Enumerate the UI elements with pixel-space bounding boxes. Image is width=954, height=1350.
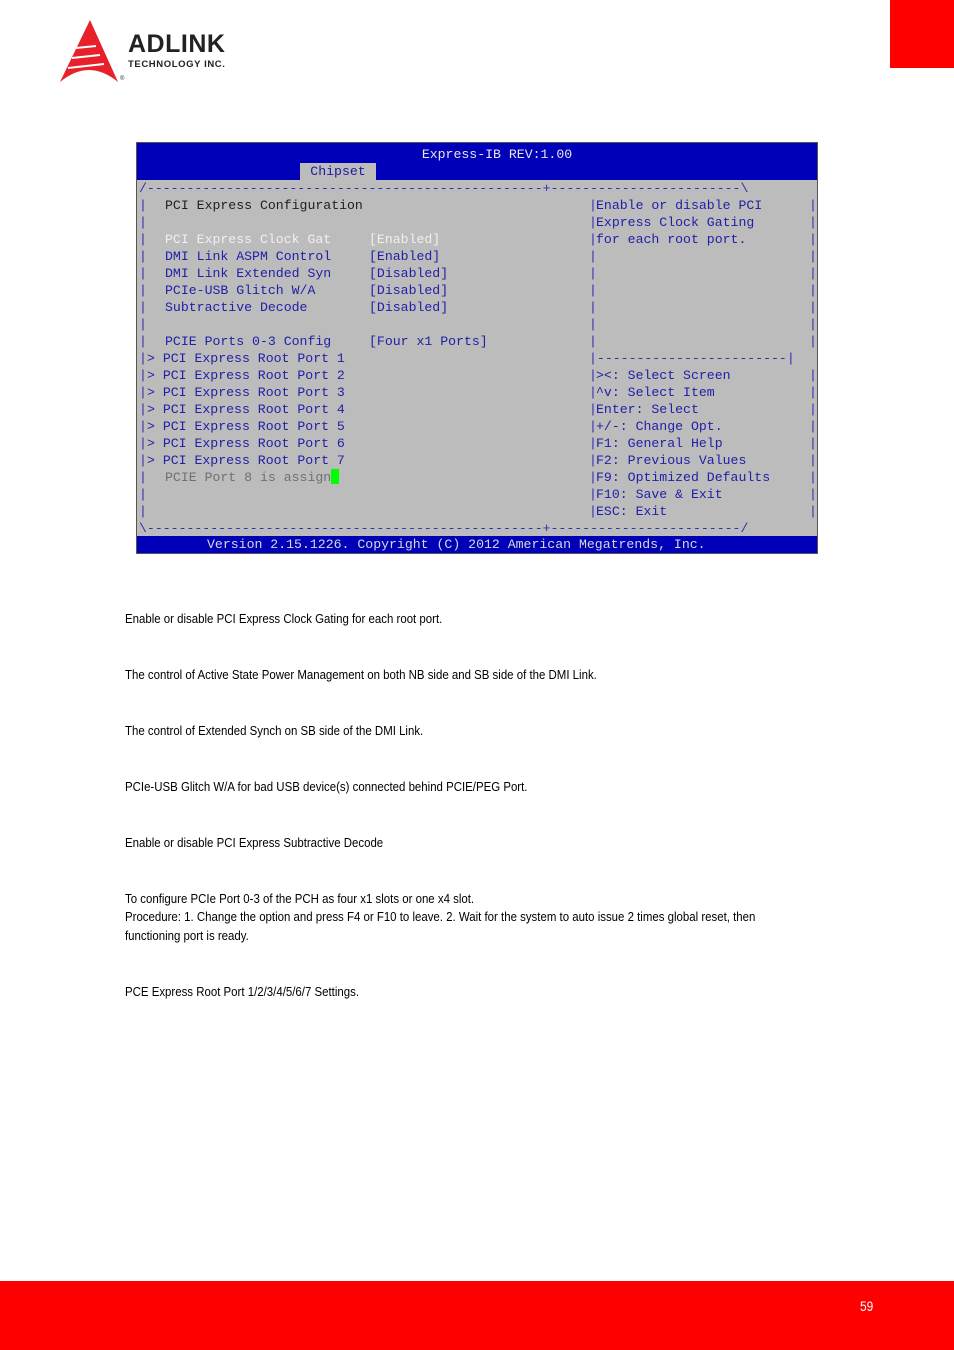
bios-frame-border: | | | | | | | | | [809, 368, 817, 519]
bios-screenshot: Express-IB REV:1.00 Chipset /-----------… [136, 142, 818, 554]
help-line-2: Express Clock Gating [596, 215, 755, 230]
bios-frame-border: | [139, 368, 147, 383]
setting-ports-config[interactable]: PCIE Ports 0-3 Config [165, 333, 331, 350]
submenu-root-port-3[interactable]: > PCI Express Root Port 3 [147, 384, 345, 401]
bios-frame-border: | [139, 453, 147, 468]
adlink-logo: ADLINK TECHNOLOGY INC. ® [56, 18, 276, 86]
bios-title: Express-IB REV:1.00 [421, 147, 573, 162]
bios-footer: Version 2.15.1226. Copyright (C) 2012 Am… [137, 536, 817, 553]
desc-dmi-aspm: The control of Active State Power Manage… [125, 667, 597, 682]
help-line-3: for each root port. [596, 232, 747, 247]
brand-name: ADLINK [128, 30, 226, 58]
key-select-item: ^v: Select Item [596, 385, 715, 400]
key-enter: Enter: Select [596, 402, 699, 417]
bios-frame-border: | [139, 283, 147, 298]
bios-frame-border: | [139, 232, 147, 247]
port8-note: PCIE Port 8 is assign [165, 469, 340, 486]
bios-frame-border: | [139, 215, 147, 230]
desc-clock-gating: Enable or disable PCI Express Clock Gati… [125, 611, 443, 626]
desc-ports-config: To configure PCIe Port 0-3 of the PCH as… [125, 891, 475, 906]
bios-frame-border: \---------------------------------------… [139, 521, 749, 536]
tab-chipset[interactable]: Chipset [300, 163, 376, 180]
setting-clock-gating[interactable]: PCI Express Clock Gat [165, 231, 331, 248]
key-f2: F2: Previous Values [596, 453, 747, 468]
setting-dmi-aspm-value[interactable]: [Enabled] [369, 248, 440, 265]
adlink-triangle-icon [60, 20, 118, 82]
text-cursor [331, 469, 340, 484]
page-number: 59 [860, 1298, 874, 1314]
bios-header: Express-IB REV:1.00 Chipset [137, 143, 817, 180]
submenu-root-port-2[interactable]: > PCI Express Root Port 2 [147, 367, 345, 384]
bios-version: Version 2.15.1226. Copyright (C) 2012 Am… [207, 537, 706, 552]
setting-ports-config-value[interactable]: [Four x1 Ports] [369, 333, 488, 350]
footer-bar [0, 1281, 954, 1350]
corner-accent-tab [890, 0, 954, 68]
setting-usb-glitch-value[interactable]: [Disabled] [369, 282, 448, 299]
key-f9: F9: Optimized Defaults [596, 470, 771, 485]
registered-mark: ® [120, 76, 125, 82]
bios-frame-border: | [139, 436, 147, 451]
desc-subtractive-decode: Enable or disable PCI Express Subtractiv… [125, 835, 384, 850]
bios-frame-border: | [139, 504, 147, 519]
bios-frame-border: | [139, 317, 147, 332]
key-change-opt: +/-: Change Opt. [596, 419, 723, 434]
desc-ports-procedure: Procedure: 1. Change the option and pres… [125, 909, 756, 924]
setting-usb-glitch[interactable]: PCIe-USB Glitch W/A [165, 282, 315, 299]
submenu-root-port-4[interactable]: > PCI Express Root Port 4 [147, 401, 345, 418]
bios-frame-border: |------------------------| [589, 351, 795, 366]
setting-subtractive-decode-value[interactable]: [Disabled] [369, 299, 448, 316]
desc-dmi-extended-sync: The control of Extended Synch on SB side… [125, 723, 424, 738]
bios-frame-border: | [139, 249, 147, 264]
bios-frame-border: | [139, 419, 147, 434]
help-line-1: Enable or disable PCI [596, 198, 763, 213]
key-f1: F1: General Help [596, 436, 723, 451]
setting-subtractive-decode[interactable]: Subtractive Decode [165, 299, 307, 316]
bios-frame-border: | [139, 300, 147, 315]
setting-dmi-extended-sync-value[interactable]: [Disabled] [369, 265, 448, 282]
bios-frame-border: | [139, 334, 147, 349]
bios-frame-border: | [139, 351, 147, 366]
setting-dmi-extended-sync[interactable]: DMI Link Extended Syn [165, 265, 331, 282]
bios-frame-border: | | | | | | | | | [809, 198, 817, 349]
desc-root-ports: PCE Express Root Port 1/2/3/4/5/6/7 Sett… [125, 984, 360, 999]
section-title: PCI Express Configuration [165, 198, 363, 213]
key-esc: ESC: Exit [596, 504, 668, 519]
key-select-screen: ><: Select Screen [596, 368, 731, 383]
desc-ports-procedure-cont: functioning port is ready. [125, 928, 249, 943]
submenu-root-port-7[interactable]: > PCI Express Root Port 7 [147, 452, 345, 469]
port8-note-text: PCIE Port 8 is assign [165, 470, 332, 485]
brand-subtitle: TECHNOLOGY INC. [128, 59, 226, 70]
key-f10: F10: Save & Exit [596, 487, 723, 502]
bios-frame-border: | [139, 385, 147, 400]
bios-frame-border: | [139, 266, 147, 281]
bios-frame-border: | [139, 198, 147, 213]
setting-clock-gating-value[interactable]: [Enabled] [369, 231, 440, 248]
bios-frame-border: | [139, 402, 147, 417]
desc-usb-glitch: PCIe-USB Glitch W/A for bad USB device(s… [125, 779, 528, 794]
bios-frame-border: | [139, 470, 147, 485]
submenu-root-port-1[interactable]: > PCI Express Root Port 1 [147, 350, 345, 367]
bios-frame-border: | [139, 487, 147, 502]
submenu-root-port-6[interactable]: > PCI Express Root Port 6 [147, 435, 345, 452]
setting-dmi-aspm[interactable]: DMI Link ASPM Control [165, 248, 331, 265]
submenu-root-port-5[interactable]: > PCI Express Root Port 5 [147, 418, 345, 435]
bios-frame-border: /---------------------------------------… [139, 181, 749, 196]
